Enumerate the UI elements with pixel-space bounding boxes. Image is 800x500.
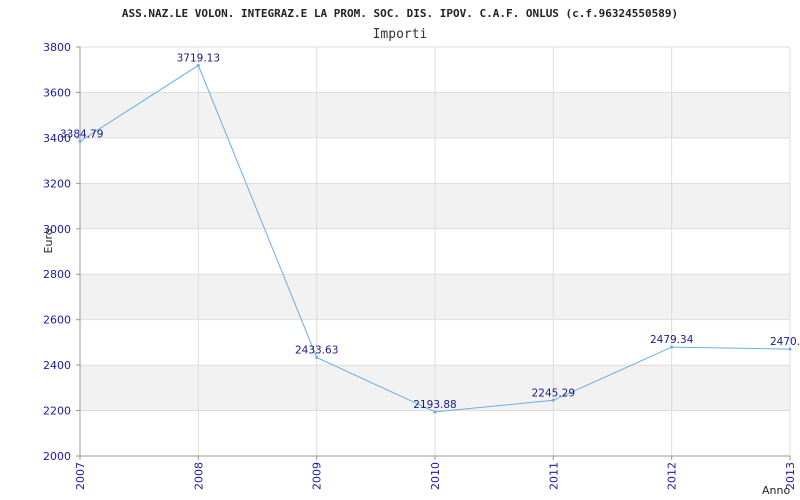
x-tick-label: 2010: [429, 462, 442, 490]
y-tick-label: 2600: [43, 314, 71, 327]
x-tick-label: 2011: [547, 462, 560, 490]
x-tick-label: 2009: [311, 462, 324, 490]
y-tick-label: 2000: [43, 450, 71, 463]
chart-container: ASS.NAZ.LE VOLON. INTEGRAZ.E LA PROM. SO…: [0, 0, 800, 500]
x-tick-label: 2008: [192, 462, 205, 490]
y-tick-label: 2400: [43, 359, 71, 372]
data-label: 3384.79: [60, 128, 103, 140]
y-tick-label: 3600: [43, 86, 71, 99]
x-tick-label: 2012: [666, 462, 679, 490]
y-tick-label: 3800: [43, 41, 71, 54]
chart-subtitle: Importi: [373, 27, 428, 42]
data-label: 2245.29: [532, 387, 575, 399]
y-tick-label: 2800: [43, 268, 71, 281]
y-tick-label: 3200: [43, 177, 71, 190]
x-tick-labels: 2007 2008 2009 2010 2011 2012 2013: [74, 462, 797, 490]
x-tick-label: 2007: [74, 462, 87, 490]
data-label: 3719.13: [177, 52, 220, 64]
line-chart: ASS.NAZ.LE VOLON. INTEGRAZ.E LA PROM. SO…: [42, 7, 800, 497]
data-label: 2193.88: [413, 399, 456, 411]
y-tick-label: 2200: [43, 405, 71, 418]
data-label: 2470.6: [770, 336, 800, 348]
x-axis-label: Anno: [762, 484, 790, 497]
chart-title: ASS.NAZ.LE VOLON. INTEGRAZ.E LA PROM. SO…: [122, 7, 678, 20]
data-label: 2479.34: [650, 334, 694, 346]
y-axis-label: Euro: [42, 228, 55, 253]
data-label: 2433.63: [295, 344, 338, 356]
